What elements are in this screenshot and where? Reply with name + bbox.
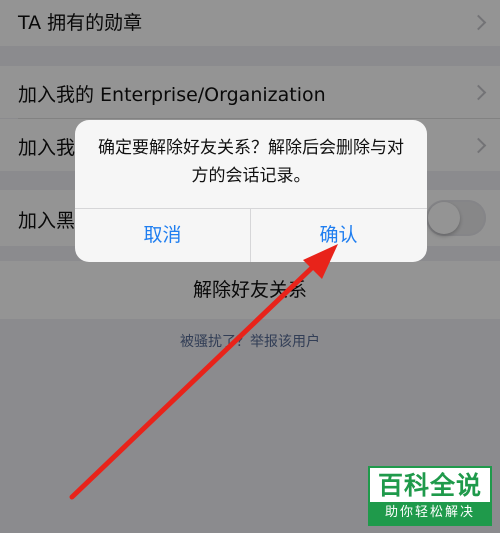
arrow-shaft — [69, 259, 321, 500]
baike-watermark-logo: 百科全说 助你轻松解决 — [368, 466, 492, 526]
watermark-title: 百科全说 — [377, 471, 482, 500]
watermark-subtitle: 助你轻松解决 — [370, 502, 490, 524]
red-arrow-annotation — [69, 244, 338, 500]
